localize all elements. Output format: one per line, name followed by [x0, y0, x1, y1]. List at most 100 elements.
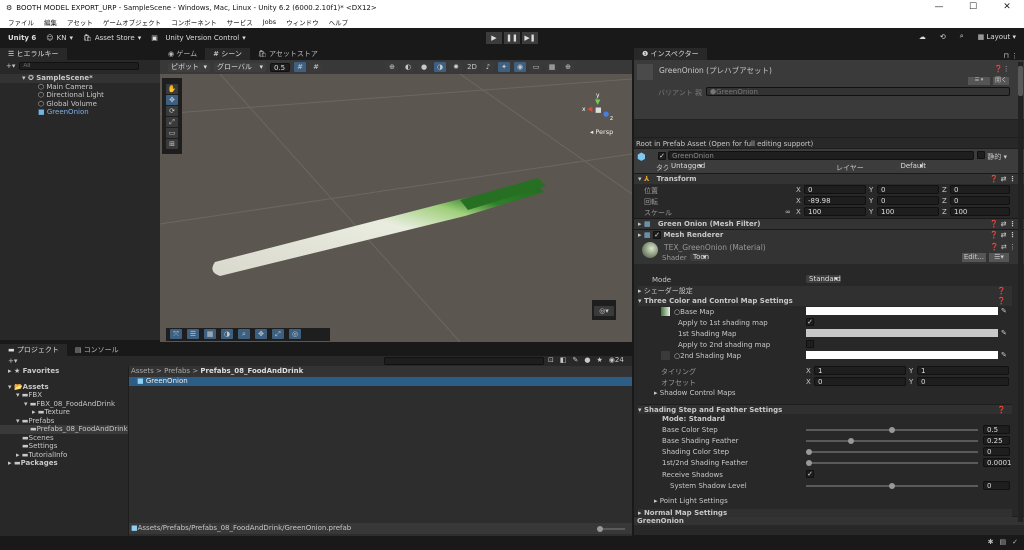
rotation-y[interactable]: 0 [877, 196, 939, 205]
tiling-x[interactable]: 1 [814, 366, 906, 375]
tool-icon[interactable]: ◑ [221, 329, 233, 339]
shadow-control-foldout[interactable]: ▸ Shadow Control Maps [654, 389, 736, 397]
slider-knob[interactable] [847, 438, 854, 444]
global-dropdown[interactable]: グローバル [214, 62, 266, 72]
check-icon[interactable]: ✓ [1012, 538, 1018, 546]
link-scale-icon[interactable]: ∞ [785, 208, 791, 216]
hierarchy-item-prefab[interactable]: ■ GreenOnion [0, 108, 160, 117]
cloud-icon[interactable]: ☁ [919, 33, 926, 41]
lock-icon[interactable]: ⊓ ⋮ [1003, 52, 1024, 60]
scene-root[interactable]: ▾ ✪ SampleScene* [0, 74, 160, 83]
active-checkbox[interactable]: ✓ [658, 152, 666, 160]
tab-inspector[interactable]: ❶ インスペクター [634, 48, 707, 60]
hierarchy-search-input[interactable] [19, 61, 140, 70]
gizmos-icon[interactable]: ▦ [546, 62, 558, 72]
position-x[interactable]: 0 [804, 185, 866, 194]
tool-icon[interactable]: ◎ [289, 329, 301, 339]
persp-label[interactable]: ◂ Persp [590, 128, 613, 136]
system-shadow-value[interactable]: 0 [983, 481, 1010, 490]
preview-bar[interactable]: GreenOnion [634, 516, 1024, 525]
shading-slider[interactable] [806, 460, 978, 466]
grid-button[interactable]: # [310, 62, 322, 72]
mesh-filter-header[interactable]: ▸ ▦ Green Onion (Mesh Filter) ❓ ⇄ ⋮ [634, 218, 1024, 229]
help-icon[interactable]: ❓ [997, 296, 1006, 306]
asset-store-button[interactable]: 🛍 Asset Store ▾ [83, 34, 141, 42]
progress-icon[interactable]: ▤ [1000, 538, 1007, 546]
snap-input[interactable]: 0.5 [270, 62, 290, 72]
mesh-renderer-header[interactable]: ▸ ▦ ✓ Mesh Renderer ❓ ⇄ ⋮ [634, 229, 1024, 240]
base-color-swatch[interactable] [806, 307, 998, 315]
tree-item-selected[interactable]: ▬Prefabs_08_FoodAndDrink [0, 425, 128, 434]
rotation-z[interactable]: 0 [950, 196, 1010, 205]
search-by-type-icon[interactable]: ⊡ [548, 356, 554, 364]
tree-item[interactable]: ▾ ▬FBX [0, 391, 128, 400]
tag-dropdown[interactable]: Untagged [668, 162, 706, 170]
tree-item[interactable]: ▸ ▬TutorialInfo [0, 451, 128, 460]
slider-value[interactable]: 0.5 [983, 425, 1010, 434]
effects-icon[interactable]: ✦ [498, 62, 510, 72]
hand-tool-icon[interactable]: ✋ [166, 84, 178, 94]
hierarchy-item[interactable]: ⬡ Directional Light [0, 91, 160, 100]
step-button[interactable]: ▶❚ [522, 32, 538, 44]
menu-edit[interactable]: 編集 [44, 17, 57, 27]
info-icon[interactable]: ● [584, 356, 590, 364]
scale-z[interactable]: 100 [950, 207, 1010, 216]
slider-value[interactable]: 0.0001 [983, 458, 1012, 467]
slider-value[interactable]: 0.25 [983, 436, 1010, 445]
tab-console[interactable]: ▤ コンソール [67, 344, 127, 356]
tree-item[interactable]: ▬Scenes [0, 434, 128, 443]
grid-snap-button[interactable]: # [294, 62, 306, 72]
base-map-thumbnail[interactable] [661, 307, 670, 316]
eyedropper-icon[interactable]: ✎ [1001, 307, 1007, 315]
slider-knob[interactable] [889, 483, 895, 489]
menu-component[interactable]: コンポーネント [171, 17, 217, 27]
rect-tool-icon[interactable]: ▭ [166, 128, 178, 138]
breadcrumb-item[interactable]: Assets [131, 367, 154, 375]
tag-icon[interactable]: ✎ [573, 356, 579, 364]
project-search-input[interactable] [384, 357, 544, 365]
position-z[interactable]: 0 [950, 185, 1010, 194]
system-shadow-slider[interactable] [806, 483, 978, 489]
search-by-label-icon[interactable]: ◧ [560, 356, 567, 364]
tree-item[interactable]: ▾ ▬FBX_08_FoodAndDrink [0, 400, 128, 409]
menu-jobs[interactable]: Jobs [263, 18, 276, 26]
2d-button[interactable]: 2D [466, 62, 478, 72]
rotate-tool-icon[interactable]: ⟳ [166, 106, 178, 116]
help-icon[interactable]: ❓⋮ [994, 65, 1010, 73]
tool-icon[interactable]: ▦ [204, 329, 216, 339]
help-icon[interactable]: ❓ [997, 405, 1006, 415]
shading-slider[interactable] [806, 438, 978, 444]
transform-tool-icon[interactable]: ⊞ [166, 139, 178, 149]
tab-asset-store[interactable]: 🛍 アセットストア [250, 48, 326, 60]
shader-dropdown[interactable]: Toon [690, 253, 710, 261]
draw-mode-icon[interactable]: ⊕ [386, 62, 398, 72]
scale-x[interactable]: 100 [804, 207, 866, 216]
scale-y[interactable]: 100 [877, 207, 939, 216]
pivot-dropdown[interactable]: ピボット [168, 62, 210, 72]
rotation-x[interactable]: -89.98 [804, 196, 866, 205]
slider-knob[interactable] [806, 460, 812, 466]
tree-item[interactable]: ▬Settings [0, 442, 128, 451]
static-toggle[interactable]: 静的 ▾ [977, 151, 1007, 162]
normal-map-foldout[interactable]: ▸ Normal Map Settings [638, 509, 1012, 517]
history-icon[interactable]: ⟲ [940, 33, 946, 41]
layer-dropdown[interactable]: Default [897, 162, 927, 170]
tool-icon[interactable]: ⌕ [238, 329, 250, 339]
version-control-button[interactable]: ▣ Unity Version Control ▾ [151, 34, 245, 42]
shader-settings-foldout[interactable]: ▸ シェーダー設定 ❓ [638, 286, 1012, 296]
shaded-wire-icon[interactable]: ◐ [402, 62, 414, 72]
pause-button[interactable]: ❚❚ [504, 32, 520, 44]
menu-file[interactable]: ファイル [8, 17, 34, 27]
layout-dropdown[interactable]: ▦ Layout ▾ [978, 33, 1016, 41]
first-shade-swatch[interactable] [806, 329, 998, 337]
menu-assets[interactable]: アセット [67, 17, 93, 27]
eyedropper-icon[interactable]: ✎ [1001, 351, 1007, 359]
tool-icon[interactable]: ☰ [187, 329, 199, 339]
scale-tool-icon[interactable]: ⤢ [166, 117, 178, 127]
orientation-icon[interactable]: ⊕ [562, 62, 574, 72]
help-icon[interactable]: ❓ [997, 286, 1006, 296]
tab-project[interactable]: ▬ プロジェクト [0, 344, 67, 356]
account-button[interactable]: ☺ KN ▾ [46, 34, 73, 42]
hierarchy-item[interactable]: ⬡ Main Camera [0, 83, 160, 92]
add-button[interactable]: +▾ [6, 62, 15, 70]
